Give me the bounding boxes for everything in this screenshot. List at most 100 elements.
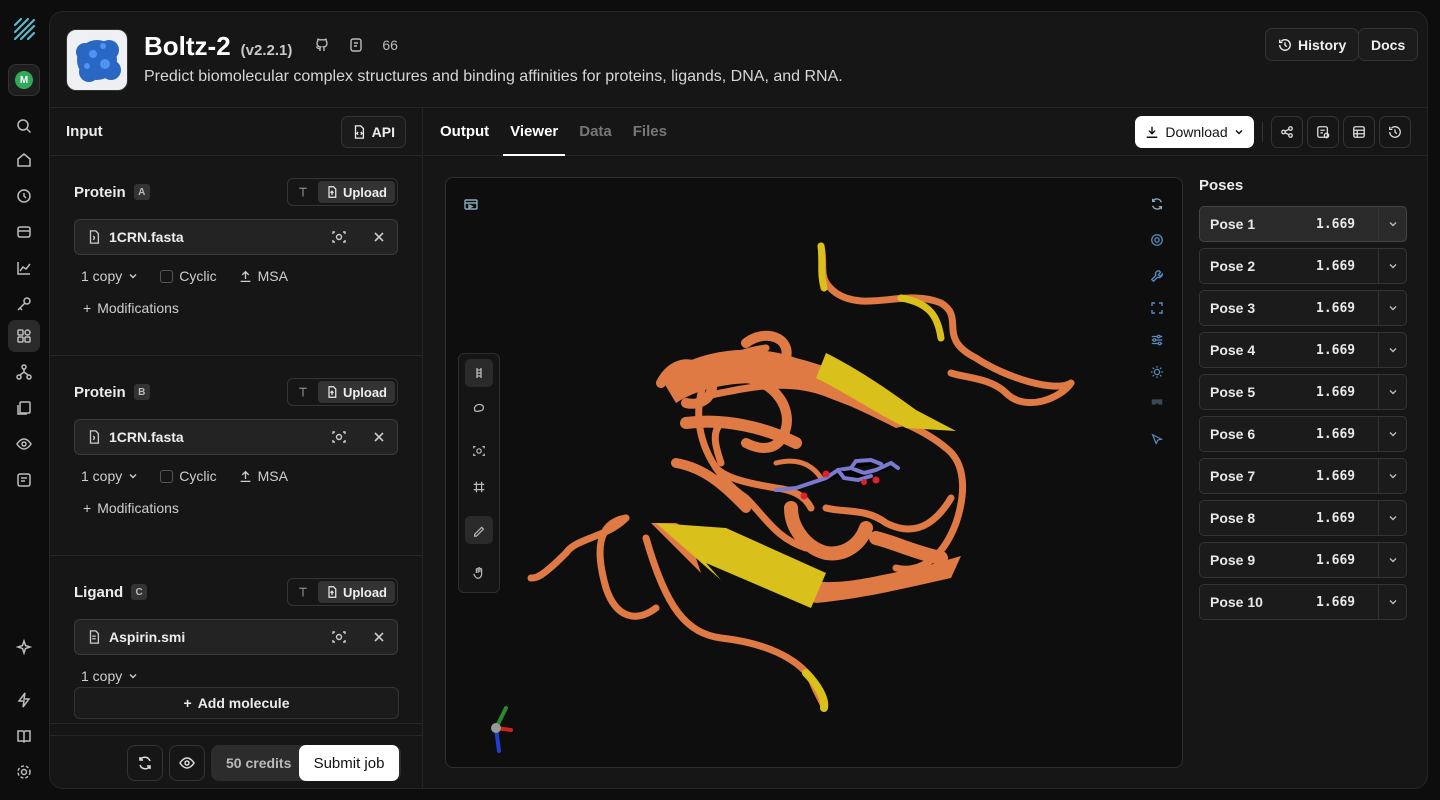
home-icon[interactable] (12, 148, 36, 172)
chevron-down-icon[interactable] (1378, 375, 1406, 409)
chevron-down-icon[interactable] (1378, 249, 1406, 283)
input-mode-toggle[interactable]: Upload (286, 178, 398, 206)
share-button[interactable] (1271, 116, 1303, 148)
vr-icon[interactable] (1143, 388, 1171, 416)
fullscreen-icon[interactable] (1143, 294, 1171, 322)
sparkle-icon[interactable] (12, 635, 36, 659)
docs-button[interactable]: Docs (1358, 28, 1419, 61)
screenshot-icon[interactable] (457, 190, 485, 218)
grid-tool-icon[interactable] (465, 473, 493, 501)
tab-data[interactable]: Data (579, 107, 612, 155)
msa-upload[interactable]: MSA (239, 268, 288, 284)
chevron-down-icon[interactable] (1378, 585, 1406, 619)
submit-job-button[interactable]: Submit job (299, 745, 399, 781)
network-icon[interactable] (12, 360, 36, 384)
pose-row[interactable]: Pose 10 1.669 (1199, 584, 1407, 620)
modifications-button[interactable]: + Modifications (74, 297, 398, 319)
remove-icon[interactable] (373, 231, 385, 243)
tab-viewer[interactable]: Viewer (503, 107, 566, 156)
book-icon[interactable] (12, 724, 36, 748)
history-icon[interactable] (12, 184, 36, 208)
download-button[interactable]: Download (1135, 116, 1254, 148)
file-chip[interactable]: 1CRN.fasta (74, 419, 398, 455)
pose-row[interactable]: Pose 3 1.669 (1199, 290, 1407, 326)
pointer-icon[interactable] (1143, 426, 1171, 454)
text-mode-icon[interactable] (290, 581, 316, 603)
pose-row[interactable]: Pose 7 1.669 (1199, 458, 1407, 494)
upload-mode-button[interactable]: Upload (317, 181, 395, 203)
preview-icon[interactable] (331, 629, 347, 645)
focus-tool-icon[interactable] (465, 437, 493, 465)
input-mode-toggle[interactable]: Upload (286, 378, 398, 406)
api-button[interactable]: API (340, 115, 406, 148)
pose-row[interactable]: Pose 2 1.669 (1199, 248, 1407, 284)
history-button[interactable]: History (1265, 28, 1360, 61)
structure-viewer[interactable] (445, 177, 1183, 768)
input-mode-toggle[interactable]: Upload (286, 578, 398, 606)
preview-icon[interactable] (331, 229, 347, 245)
cyclic-checkbox[interactable]: Cyclic (160, 468, 217, 484)
text-mode-icon[interactable] (290, 381, 316, 403)
billing-icon[interactable] (12, 220, 36, 244)
select-tool-icon[interactable] (465, 359, 493, 387)
chevron-down-icon[interactable] (1378, 417, 1406, 451)
search-icon[interactable] (12, 114, 36, 138)
key-icon[interactable] (12, 292, 36, 316)
modifications-button[interactable]: + Modifications (74, 497, 398, 519)
preview-icon[interactable] (331, 429, 347, 445)
avatar[interactable]: M (8, 64, 40, 96)
pan-tool-icon[interactable] (465, 559, 493, 587)
logo-icon[interactable] (10, 15, 38, 43)
sliders-icon[interactable] (1143, 326, 1171, 354)
tab-output[interactable]: Output (440, 107, 489, 155)
file-chip[interactable]: 1CRN.fasta (74, 219, 398, 255)
remove-icon[interactable] (373, 431, 385, 443)
chevron-down-icon[interactable] (1378, 459, 1406, 493)
settings-icon[interactable] (12, 760, 36, 784)
apps-icon[interactable] (8, 320, 40, 352)
chart-icon[interactable] (12, 256, 36, 280)
add-molecule-button[interactable]: + Add molecule (74, 687, 399, 719)
upload-mode-button[interactable]: Upload (317, 381, 395, 403)
pose-row[interactable]: Pose 5 1.669 (1199, 374, 1407, 410)
pose-row[interactable]: Pose 1 1.669 (1199, 206, 1407, 242)
pose-row[interactable]: Pose 9 1.669 (1199, 542, 1407, 578)
chevron-down-icon[interactable] (1378, 207, 1406, 241)
pose-score: 1.669 (1316, 510, 1356, 526)
copies-select[interactable]: 1 copy (81, 268, 138, 284)
cyclic-checkbox[interactable]: Cyclic (160, 268, 217, 284)
tab-files[interactable]: Files (633, 107, 667, 155)
reset-button[interactable] (127, 745, 163, 781)
file-chip[interactable]: Aspirin.smi (74, 619, 398, 655)
chevron-down-icon[interactable] (1378, 543, 1406, 577)
text-mode-icon[interactable] (290, 181, 316, 203)
docs-icon[interactable] (12, 396, 36, 420)
lasso-tool-icon[interactable] (465, 395, 493, 423)
measure-tool-icon[interactable] (465, 516, 493, 544)
chevron-down-icon[interactable] (1378, 501, 1406, 535)
copies-select[interactable]: 1 copy (81, 468, 138, 484)
bolt-icon[interactable] (12, 688, 36, 712)
lighting-icon[interactable] (1143, 358, 1171, 386)
list-icon[interactable] (12, 468, 36, 492)
upload-mode-button[interactable]: Upload (317, 581, 395, 603)
table-button[interactable] (1343, 116, 1375, 148)
eye-icon[interactable] (12, 432, 36, 456)
pose-row[interactable]: Pose 4 1.669 (1199, 332, 1407, 368)
camera-icon[interactable] (1143, 226, 1171, 254)
wrench-icon[interactable] (1143, 262, 1171, 290)
rotate-icon[interactable] (1143, 190, 1171, 218)
copies-select[interactable]: 1 copy (81, 668, 138, 684)
report-button[interactable] (1307, 116, 1339, 148)
chevron-down-icon[interactable] (1378, 333, 1406, 367)
pose-row[interactable]: Pose 6 1.669 (1199, 416, 1407, 452)
model-title: Boltz-2 (144, 31, 231, 61)
chevron-down-icon[interactable] (1378, 291, 1406, 325)
pose-row[interactable]: Pose 8 1.669 (1199, 500, 1407, 536)
msa-upload[interactable]: MSA (239, 468, 288, 484)
preview-button[interactable] (169, 745, 205, 781)
github-icon[interactable] (314, 37, 330, 53)
remove-icon[interactable] (373, 631, 385, 643)
paper-icon[interactable] (348, 37, 364, 53)
versions-button[interactable] (1379, 116, 1411, 148)
